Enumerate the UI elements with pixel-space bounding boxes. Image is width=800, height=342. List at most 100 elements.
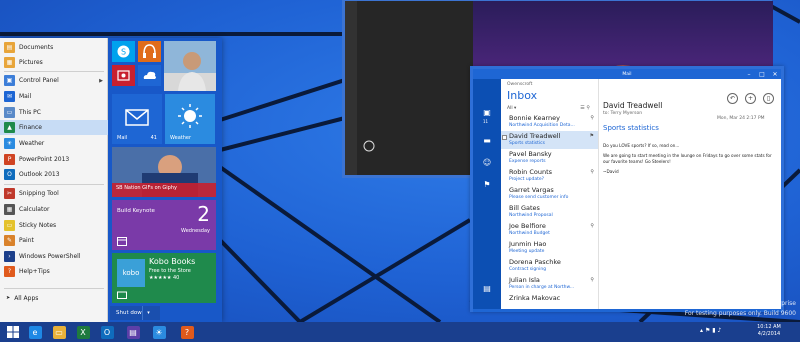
list-item[interactable]: Bill Gates Northwind Proposal <box>501 203 598 221</box>
list-item[interactable]: David Treadwell Sports statistics ⚑ <box>501 131 598 149</box>
app-item-control-panel[interactable]: ▣ Control Panel ▶ <box>0 73 108 88</box>
list-item[interactable]: Zrinka Makovac <box>501 293 598 309</box>
taskbar-ie[interactable]: e <box>24 323 46 341</box>
minimize-button[interactable]: – <box>743 69 755 79</box>
list-tools[interactable]: ☰ ⚲ <box>580 105 590 111</box>
help-icon: ? <box>4 266 15 277</box>
volume-icon[interactable]: ♪ <box>717 327 721 334</box>
taskbar-media[interactable]: ▤ <box>122 323 144 341</box>
shutdown-options-button[interactable]: ▾ <box>142 306 154 320</box>
video-icon <box>117 70 130 81</box>
sun-icon: ☀ <box>152 325 166 339</box>
list-item[interactable]: Joe Belfiore Northwind Budget ⚲ <box>501 221 598 239</box>
list-item[interactable]: Garret Vargas Please send customer info <box>501 185 598 203</box>
calculator-icon: ▦ <box>4 204 15 215</box>
system-tray[interactable]: ▴ ⚑ ▮ ♪ <box>700 327 721 334</box>
calendar-tile[interactable]: Build Keynote 2 Wednesday <box>112 200 216 250</box>
chevron-right-icon: ▶ <box>99 77 103 84</box>
app-item-paint[interactable]: ✎ Paint <box>0 233 108 248</box>
message-sender: David Treadwell <box>509 132 561 140</box>
windows-logo-icon <box>7 326 19 338</box>
list-item[interactable]: Bonnie Kearney Northwind Acquisition Det… <box>501 113 598 131</box>
calendar-day: 2 <box>197 202 210 226</box>
taskbar-weather[interactable]: ☀ <box>148 323 170 341</box>
app-label: Control Panel <box>19 77 59 84</box>
headphones-icon <box>143 44 156 58</box>
flag-icon[interactable]: ⚑ <box>590 133 594 139</box>
message-sender: Garret Vargas <box>509 186 554 194</box>
app-item-pictures[interactable]: ▦ Pictures <box>0 55 108 70</box>
skype-tile[interactable]: S <box>112 41 135 62</box>
list-item[interactable]: Julian Isla Person in charge at Northw..… <box>501 275 598 293</box>
flag-icon[interactable]: ⚑ <box>705 327 710 334</box>
watermark-edition: Windows 8.1 Enterprise <box>724 300 796 307</box>
message-subject: Meeting update <box>509 249 545 254</box>
video-tile[interactable] <box>112 65 135 86</box>
app-item-powershell[interactable]: › Windows PowerShell <box>0 249 108 264</box>
reply-icon[interactable]: ↶ <box>727 93 738 104</box>
app-item-documents[interactable]: ▤ Documents <box>0 40 108 55</box>
select-checkbox[interactable] <box>502 135 507 140</box>
taskbar-excel[interactable]: X <box>72 323 94 341</box>
app-item-powerpoint[interactable]: P PowerPoint 2013 <box>0 152 108 167</box>
compose-icon[interactable]: ▤ <box>482 283 492 293</box>
people-icon[interactable]: ☺ <box>482 157 492 167</box>
delete-icon[interactable]: ▯ <box>763 93 774 104</box>
list-item[interactable]: Dorena Paschke Contract signing <box>501 257 598 275</box>
taskbar-help[interactable]: ? <box>176 323 198 341</box>
app-label: Calculator <box>19 206 50 213</box>
filter-label: All <box>507 106 513 111</box>
app-item-finance[interactable]: ▲ Finance <box>0 120 108 135</box>
app-label: Finance <box>19 124 42 131</box>
app-item-this-pc[interactable]: ▭ This PC <box>0 105 108 120</box>
reading-body: Do you LOVE sports? If so, read on... We… <box>603 143 775 175</box>
message-sender: Dorena Paschke <box>509 258 561 266</box>
calendar-event: Build Keynote <box>117 208 155 214</box>
app-label: Help+Tips <box>19 268 50 275</box>
app-item-outlook[interactable]: O Outlook 2013 <box>0 167 108 182</box>
show-hidden-icon[interactable]: ▴ <box>700 327 703 334</box>
list-item[interactable]: Junmin Hao Meeting update <box>501 239 598 257</box>
message-sender: Joe Belfiore <box>509 222 546 230</box>
app-item-snipping-tool[interactable]: ✂ Snipping Tool <box>0 186 108 201</box>
all-apps-button[interactable]: ➤ All Apps <box>0 291 108 305</box>
app-item-calculator[interactable]: ▦ Calculator <box>0 202 108 217</box>
filter-dropdown[interactable]: All ▾ <box>507 106 516 111</box>
cloud-icon <box>143 71 156 79</box>
music-tile[interactable] <box>138 41 161 62</box>
body-line: ~David <box>603 169 619 174</box>
kobo-tile[interactable]: kobo Kobo Books Free to the Store ★★★★★ … <box>112 253 216 303</box>
app-item-help-tips[interactable]: ? Help+Tips <box>0 264 108 279</box>
powershell-icon: › <box>4 251 15 262</box>
mail-titlebar[interactable]: Mail – □ ✕ <box>473 69 781 79</box>
taskbar-clock[interactable]: 10:12 AM 4/2/2014 <box>744 324 794 338</box>
start-button[interactable] <box>2 323 24 341</box>
message-sender: Zrinka Makovac <box>509 294 561 302</box>
weather-tile[interactable]: Weather <box>165 94 215 144</box>
people-photo-tile[interactable] <box>164 41 216 91</box>
svg-text:S: S <box>121 48 126 57</box>
folder-icon[interactable]: ▬ <box>482 135 492 145</box>
mail-tile[interactable]: Mail 41 <box>112 94 162 144</box>
maximize-button[interactable]: □ <box>756 69 768 79</box>
message-subject: Northwind Budget <box>509 231 550 236</box>
inbox-icon[interactable]: ▣ <box>482 107 492 117</box>
reading-sender: David Treadwell <box>603 101 663 110</box>
app-item-sticky-notes[interactable]: ▭ Sticky Notes <box>0 218 108 233</box>
divider <box>4 71 104 72</box>
list-item[interactable]: Robin Counts Project update? ⚲ <box>501 167 598 185</box>
taskbar-file-explorer[interactable]: ▭ <box>48 323 70 341</box>
onedrive-tile[interactable] <box>138 65 161 86</box>
app-item-mail[interactable]: ✉ Mail <box>0 89 108 104</box>
new-mail-icon[interactable]: + <box>745 93 756 104</box>
attachment-icon: ⚲ <box>590 115 594 121</box>
list-item[interactable]: Pavel Bansky Expense reports <box>501 149 598 167</box>
mail-window[interactable]: Mail – □ ✕ ▣ 11 ▬ ☺ ⚑ ▤ Owenscroft Inbox… <box>470 66 784 312</box>
chevron-down-icon: ▾ <box>147 310 150 316</box>
news-tile[interactable]: SB Nation GIFs on Giphy <box>112 147 216 197</box>
flag-icon[interactable]: ⚑ <box>482 179 492 189</box>
app-item-weather[interactable]: ☀ Weather <box>0 136 108 151</box>
taskbar-outlook[interactable]: O <box>96 323 118 341</box>
close-button[interactable]: ✕ <box>769 69 781 79</box>
network-icon[interactable]: ▮ <box>712 327 715 334</box>
